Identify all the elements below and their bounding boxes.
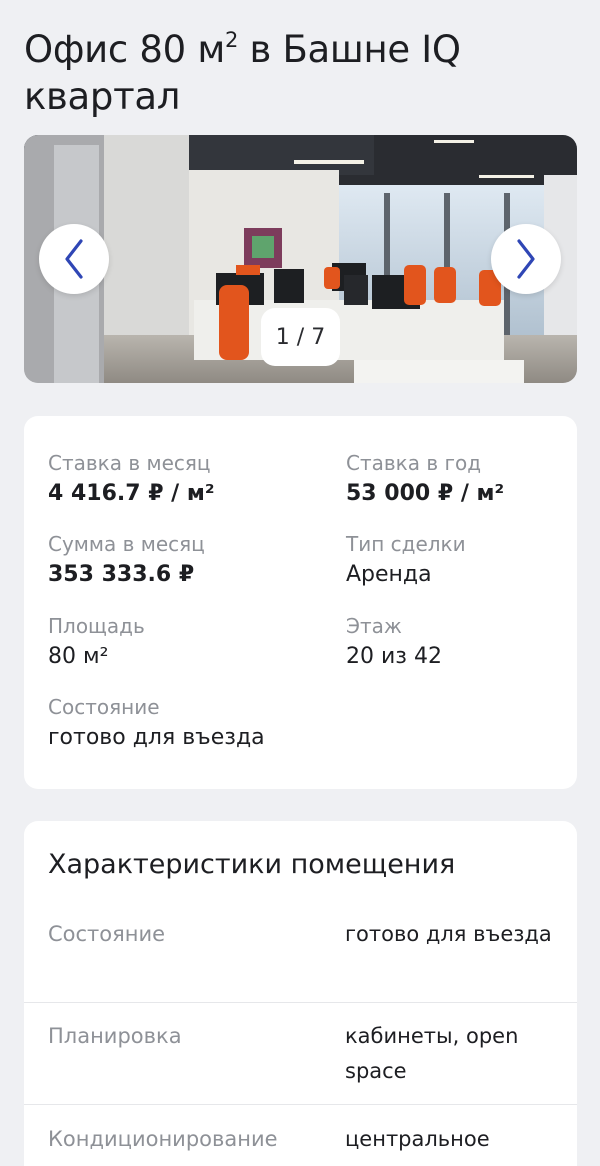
chevron-right-icon [517,239,535,279]
characteristics-card: Характеристики помещения Состояние готов… [24,821,577,1166]
row-divider [24,1002,577,1003]
rate-month-value: 4 416.7 ₽ / м² [48,481,215,506]
row-divider [24,1104,577,1105]
chevron-left-icon [65,239,83,279]
listing-page: Офис 80 м2 в Башне IQ квартал 1 / 7 Став… [0,0,600,1166]
rate-year-value: 53 000 ₽ / м² [346,481,505,506]
condition-value: готово для въезда [48,725,265,750]
price-summary-card: Ставка в месяц 4 416.7 ₽ / м² Ставка в г… [24,416,577,789]
characteristics-value: кабинеты, open space [345,1024,519,1083]
rate-year-field: Ставка в год 53 000 ₽ / м² [346,449,504,509]
floor-value: 20 из 42 [346,644,442,669]
gallery-next-button[interactable] [491,224,561,294]
area-field: Площадь 80 м² [48,612,145,672]
gallery-prev-button[interactable] [39,224,109,294]
floor-label: Этаж [346,614,402,638]
deal-type-label: Тип сделки [346,532,466,556]
rate-month-label: Ставка в месяц [48,451,211,475]
characteristics-key: Планировка [48,1024,182,1048]
condition-field: Состояние готово для въезда [48,693,265,753]
sum-month-label: Сумма в месяц [48,532,205,556]
characteristics-key: Кондиционирование [48,1127,278,1151]
title-superscript: 2 [224,28,239,52]
characteristics-title: Характеристики помещения [48,849,456,880]
gallery-counter: 1 / 7 [261,308,340,366]
rate-year-label: Ставка в год [346,451,482,475]
characteristics-key: Состояние [48,922,166,946]
characteristics-value: готово для въезда [345,922,552,946]
condition-label: Состояние [48,695,160,719]
rate-month-field: Ставка в месяц 4 416.7 ₽ / м² [48,449,215,509]
characteristics-value: центральное [345,1127,490,1151]
photo-gallery[interactable]: 1 / 7 [24,135,577,383]
title-main: Офис 80 м [24,28,225,71]
sum-month-field: Сумма в месяц 353 333.6 ₽ [48,530,205,590]
deal-type-value: Аренда [346,562,432,587]
area-value: 80 м² [48,644,109,669]
floor-field: Этаж 20 из 42 [346,612,442,672]
deal-type-field: Тип сделки Аренда [346,530,466,590]
sum-month-value: 353 333.6 ₽ [48,562,195,587]
page-title: Офис 80 м2 в Башне IQ квартал [24,26,584,120]
area-label: Площадь [48,614,145,638]
